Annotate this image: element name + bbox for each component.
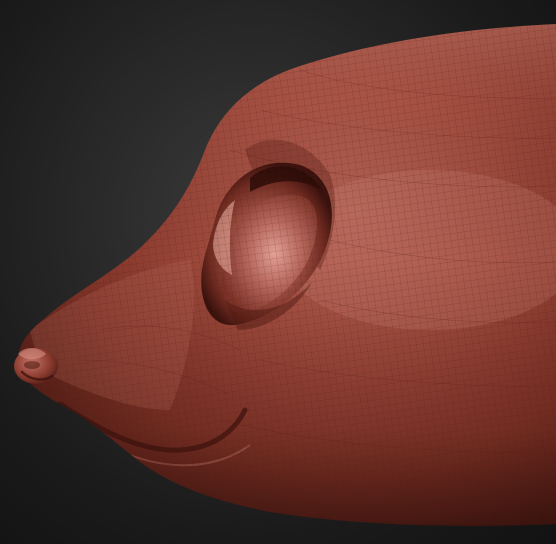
mesh-overlay	[18, 24, 556, 526]
sculpt-render	[14, 24, 556, 526]
sculpt-viewport[interactable]	[0, 0, 556, 544]
nose-tip	[14, 348, 58, 384]
